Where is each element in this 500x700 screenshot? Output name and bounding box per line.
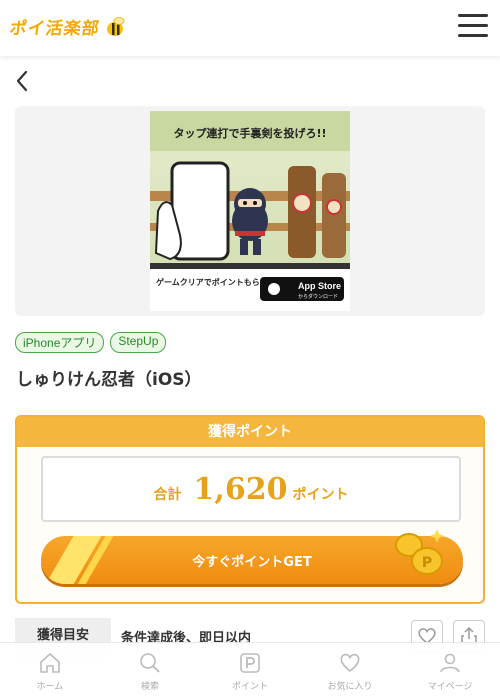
points-total-value: 1,620 bbox=[193, 472, 288, 507]
page-title: しゅりけん忍者（iOS） bbox=[16, 370, 202, 390]
back-chevron-icon[interactable] bbox=[14, 68, 32, 94]
logo-text: ポイ活楽部 bbox=[8, 19, 102, 39]
nav-item-home[interactable]: ホーム bbox=[0, 643, 100, 700]
page: ポイ活楽部 タップ連打で手裏剣を投げろ!! ゲームクリアでポイントもらえる?! … bbox=[0, 0, 500, 700]
tag-stepup[interactable]: StepUp bbox=[110, 332, 167, 353]
points-card-header: 獲得ポイント bbox=[17, 417, 483, 447]
menu-button[interactable] bbox=[458, 14, 488, 40]
app-banner-image[interactable]: タップ連打で手裏剣を投げろ!! ゲームクリアでポイントもらえる?! App St… bbox=[150, 111, 350, 311]
header: ポイ活楽部 bbox=[0, 0, 500, 56]
menu-bar bbox=[458, 24, 488, 27]
coins-icon: P bbox=[395, 529, 444, 575]
points-total-box: 合計 1,620 ポイント bbox=[41, 456, 461, 522]
bee-icon bbox=[107, 16, 125, 36]
nav-label: 検索 bbox=[140, 682, 159, 692]
nav-item-mypage[interactable]: マイページ bbox=[400, 643, 500, 700]
app-store-badge-sub: からダウンロード bbox=[298, 293, 338, 300]
bottom-nav: ホーム 検索 ポイント お気に入り マイページ bbox=[0, 642, 500, 700]
category-tags: iPhoneアプリ StepUp bbox=[15, 332, 167, 353]
nav-label: ポイント bbox=[231, 682, 268, 692]
points-total-label: 合計 bbox=[153, 487, 182, 503]
home-icon bbox=[40, 653, 60, 673]
menu-bar bbox=[458, 14, 488, 17]
nav-label: お気に入り bbox=[327, 682, 373, 692]
banner-illustration: タップ連打で手裏剣を投げろ!! ゲームクリアでポイントもらえる?! App St… bbox=[150, 111, 350, 311]
app-store-badge-main: App Store bbox=[298, 281, 341, 291]
points-unit: ポイント bbox=[292, 487, 349, 503]
nav-label: ホーム bbox=[36, 682, 64, 692]
point-icon bbox=[240, 653, 260, 673]
site-logo[interactable]: ポイ活楽部 bbox=[8, 14, 126, 39]
menu-bar bbox=[458, 34, 488, 37]
svg-text:P: P bbox=[422, 555, 432, 571]
banner-headline: タップ連打で手裏剣を投げろ!! bbox=[173, 126, 326, 140]
tag-iphone-app[interactable]: iPhoneアプリ bbox=[15, 332, 105, 353]
heart-icon bbox=[340, 653, 360, 673]
search-icon bbox=[140, 653, 160, 673]
points-card: 獲得ポイント 合計 1,620 ポイント 今すぐポイントGET P bbox=[15, 415, 485, 604]
get-points-button-label: 今すぐポイントGET bbox=[192, 554, 312, 570]
nav-item-favorites[interactable]: お気に入り bbox=[300, 643, 400, 700]
nav-item-search[interactable]: 検索 bbox=[100, 643, 200, 700]
user-icon bbox=[440, 653, 460, 673]
nav-label: マイページ bbox=[427, 682, 473, 692]
banner-container: タップ連打で手裏剣を投げろ!! ゲームクリアでポイントもらえる?! App St… bbox=[15, 106, 485, 316]
nav-item-points[interactable]: ポイント bbox=[200, 643, 300, 700]
apple-logo-icon bbox=[268, 283, 280, 295]
